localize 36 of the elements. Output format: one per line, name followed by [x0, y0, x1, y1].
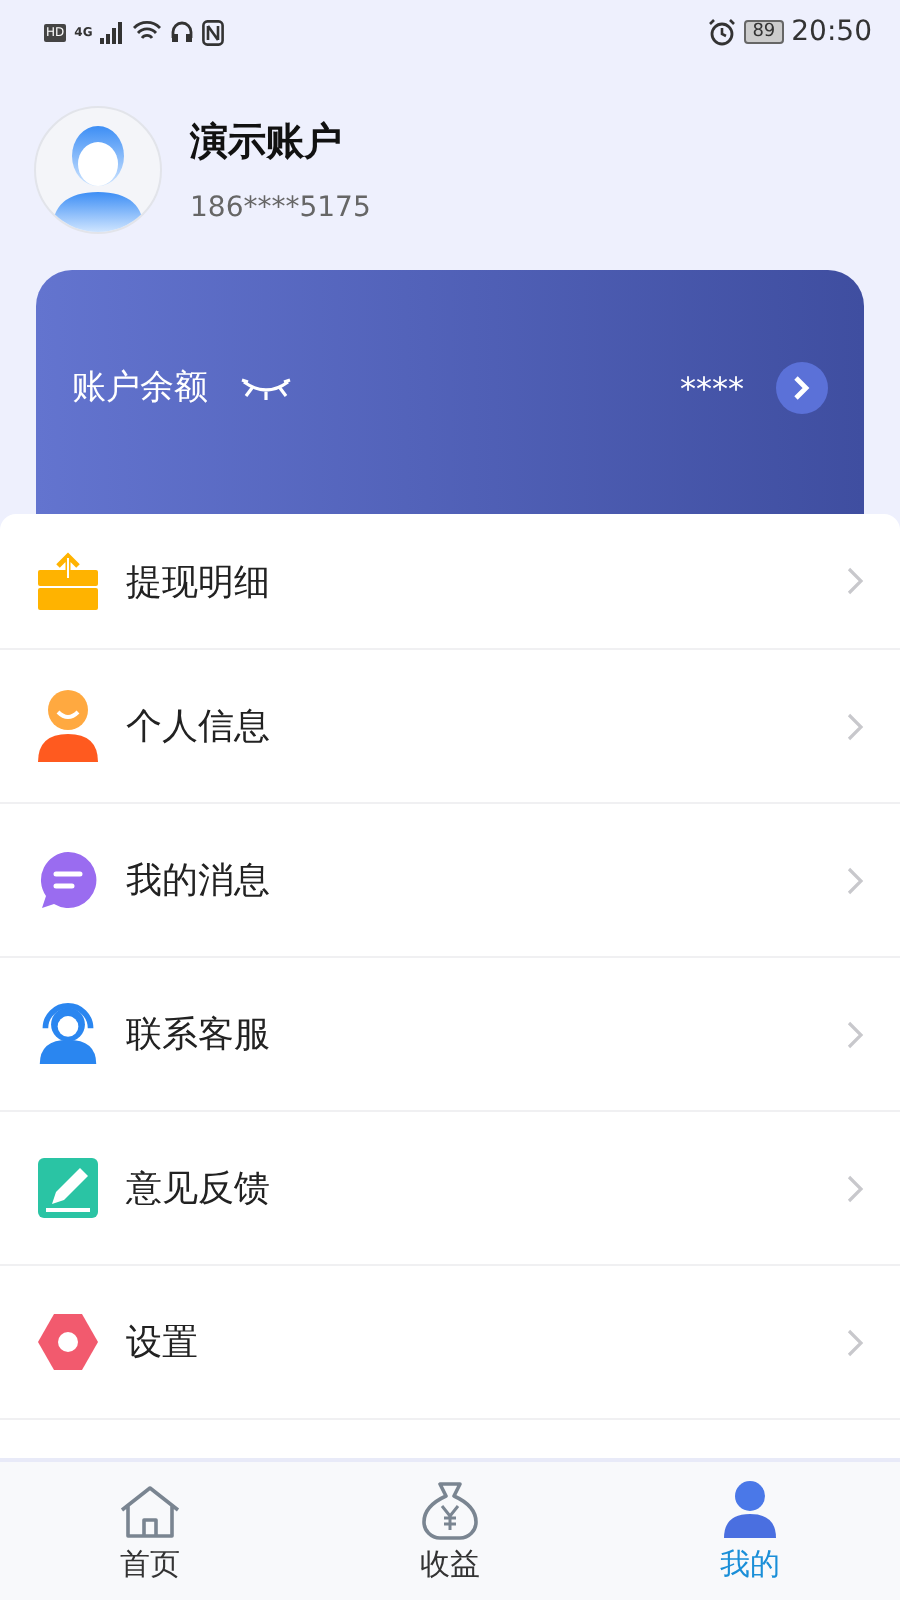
menu-item[interactable]: 联系客服 [0, 958, 900, 1112]
clock: 20:50 [791, 16, 872, 48]
headset-person-icon [36, 1000, 100, 1068]
person-icon [722, 1480, 778, 1540]
menu-item[interactable]: 设置 [0, 1266, 900, 1420]
menu-item[interactable]: 意见反馈 [0, 1112, 900, 1266]
chevron-right-icon [846, 865, 864, 895]
tab[interactable]: 收益 [300, 1462, 600, 1600]
home-icon [118, 1484, 182, 1540]
tab[interactable]: 首页 [0, 1462, 300, 1600]
menu-item[interactable]: 我的消息 [0, 804, 900, 958]
wifi-icon [132, 20, 163, 44]
chevron-right-icon[interactable] [776, 362, 828, 414]
account-name: 演示账户 [190, 118, 344, 168]
signal-icon [100, 21, 125, 43]
phone-number: 186****5175 [190, 192, 371, 224]
headphones-icon [170, 20, 195, 44]
edit-icon [36, 1156, 100, 1220]
nfc-icon [202, 19, 225, 45]
person-icon [36, 688, 100, 764]
message-icon [36, 848, 100, 912]
alarm-icon [708, 18, 737, 46]
battery-level: 89 [744, 20, 784, 44]
menu-item[interactable]: 提现明细 [0, 514, 900, 650]
chevron-right-icon [846, 1173, 864, 1203]
settings-icon [36, 1312, 100, 1372]
chevron-right-icon [846, 1019, 864, 1049]
money-bag-icon [420, 1480, 480, 1540]
eye-closed-icon[interactable] [240, 376, 292, 400]
balance-amount: **** [680, 370, 744, 408]
chevron-right-icon [846, 711, 864, 741]
chevron-right-icon [846, 566, 864, 596]
chevron-right-icon [846, 1327, 864, 1357]
balance-label: 账户余额 [72, 366, 208, 410]
menu-item[interactable]: 个人信息 [0, 650, 900, 804]
upload-box-icon [36, 549, 100, 613]
